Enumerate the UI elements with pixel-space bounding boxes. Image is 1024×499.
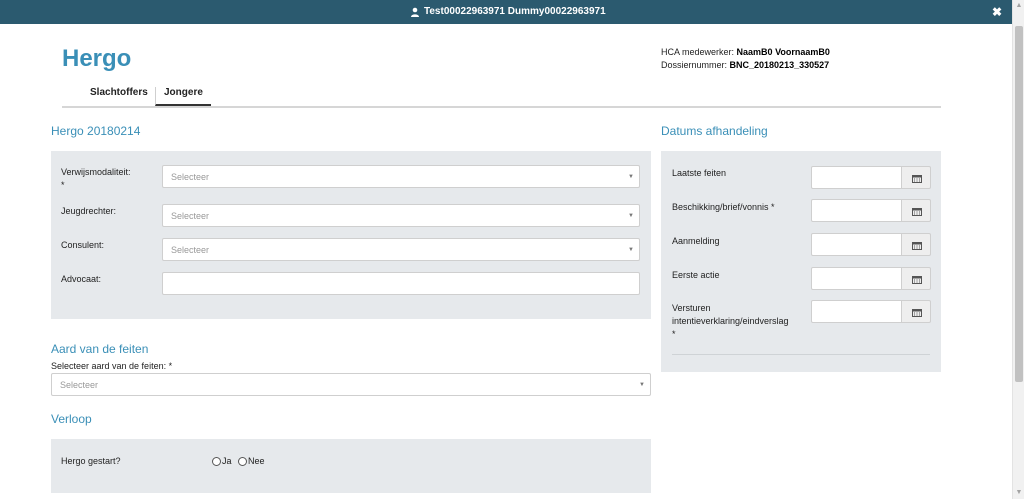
aard-section-title: Aard van de feiten (51, 342, 149, 356)
vertical-scrollbar[interactable]: ▲ ▼ (1012, 0, 1024, 499)
dossier-meta: HCA medewerker: NaamB0 VoornaamB0 Dossie… (661, 46, 830, 72)
jeugdrechter-select[interactable]: Selecteer ▼ (162, 204, 640, 227)
medewerker-value: NaamB0 VoornaamB0 (736, 47, 830, 57)
user-icon (411, 7, 419, 17)
scroll-down-icon[interactable]: ▼ (1015, 489, 1023, 497)
beschikking-label: Beschikking/brief/vonnis * (672, 202, 775, 212)
calendar-icon (912, 175, 922, 183)
caret-down-icon: ▼ (628, 174, 634, 180)
radio-ja[interactable]: Ja (212, 456, 232, 466)
datums-section-title: Datums afhandeling (661, 124, 768, 138)
laatste-feiten-input[interactable] (811, 166, 902, 189)
dossier-value: BNC_20180213_330527 (729, 60, 830, 70)
medewerker-label: HCA medewerker: (661, 47, 735, 57)
calendar-icon (912, 309, 922, 317)
hergo-panel: Verwijsmodaliteit: * Selecteer ▼ Jeugdre… (51, 151, 651, 319)
calendar-button[interactable] (902, 233, 931, 256)
aard-select[interactable]: Selecteer ▼ (51, 373, 651, 396)
tab-bar: Slachtoffers Jongere (62, 82, 941, 108)
aanmelding-label: Aanmelding (672, 236, 720, 246)
radio-circle[interactable] (212, 456, 221, 466)
radio-circle[interactable] (238, 456, 247, 466)
caret-down-icon: ▼ (628, 213, 634, 219)
consulent-label: Consulent: (61, 240, 105, 250)
scroll-up-icon[interactable]: ▲ (1015, 2, 1023, 10)
calendar-icon (912, 242, 922, 250)
verwijsmodaliteit-label-text: Verwijsmodaliteit: (61, 167, 131, 177)
calendar-icon (912, 276, 922, 284)
scrollbar-thumb[interactable] (1015, 26, 1023, 382)
verloop-panel: Hergo gestart? Ja Nee (51, 439, 651, 493)
caret-down-icon: ▼ (639, 382, 645, 388)
calendar-button[interactable] (902, 267, 931, 290)
caret-down-icon: ▼ (628, 247, 634, 253)
eerste-actie-input[interactable] (811, 267, 902, 290)
radio-ja-label: Ja (222, 456, 232, 466)
radio-nee[interactable]: Nee (238, 456, 265, 466)
select-placeholder: Selecteer (171, 211, 210, 221)
required-mark: * (672, 329, 676, 339)
versturen-input[interactable] (811, 300, 902, 323)
close-icon[interactable]: ✖ (992, 5, 1002, 19)
select-placeholder: Selecteer (60, 380, 99, 390)
logged-in-user: Test00022963971 Dummy00022963971 (410, 6, 606, 17)
advocaat-label: Advocaat: (61, 274, 102, 284)
verloop-section-title: Verloop (51, 412, 92, 426)
page-title: Hergo (62, 45, 132, 72)
consulent-select[interactable]: Selecteer ▼ (162, 238, 640, 261)
hergo-gestart-label: Hergo gestart? (61, 456, 121, 466)
versturen-label-text: Versturen intentieverklaring/eindverslag (672, 303, 789, 326)
calendar-button[interactable] (902, 300, 931, 323)
dossier-label: Dossiernummer: (661, 60, 728, 70)
panel-divider (672, 354, 930, 355)
title-bar: Test00022963971 Dummy00022963971 ✖ (0, 0, 1012, 24)
jeugdrechter-label: Jeugdrechter: (61, 206, 117, 216)
aard-label: Selecteer aard van de feiten: * (51, 361, 173, 371)
tab-slachtoffers[interactable]: Slachtoffers (90, 87, 148, 104)
calendar-button[interactable] (902, 199, 931, 222)
verwijsmodaliteit-select[interactable]: Selecteer ▼ (162, 165, 640, 188)
verwijsmodaliteit-label: Verwijsmodaliteit: * (61, 166, 131, 192)
versturen-label: Versturen intentieverklaring/eindverslag… (672, 302, 804, 341)
user-name: Test00022963971 Dummy00022963971 (424, 6, 606, 17)
radio-nee-label: Nee (248, 456, 265, 466)
required-mark: * (61, 180, 65, 190)
calendar-icon (912, 208, 922, 216)
eerste-actie-label: Eerste actie (672, 270, 720, 280)
advocaat-input[interactable] (162, 272, 640, 295)
select-placeholder: Selecteer (171, 172, 210, 182)
select-placeholder: Selecteer (171, 245, 210, 255)
laatste-feiten-label: Laatste feiten (672, 168, 727, 178)
beschikking-input[interactable] (811, 199, 902, 222)
tab-jongere[interactable]: Jongere (155, 87, 211, 106)
aanmelding-input[interactable] (811, 233, 902, 256)
calendar-button[interactable] (902, 166, 931, 189)
hergo-section-title: Hergo 20180214 (51, 124, 141, 138)
